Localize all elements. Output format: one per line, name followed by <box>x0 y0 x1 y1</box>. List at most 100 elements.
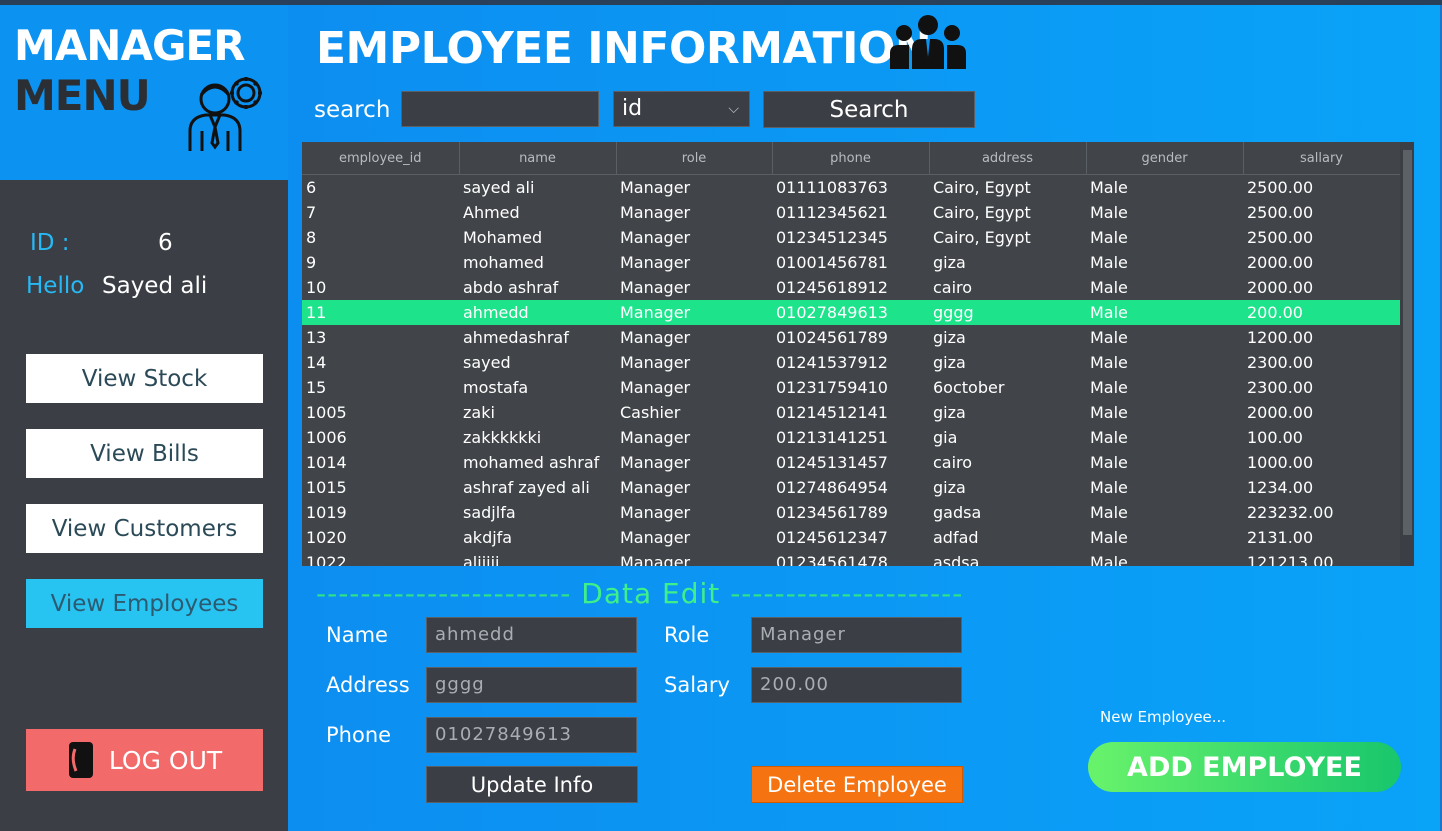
table-row[interactable]: 10 abdo ashraf Manager 01245618912 cairo Male… <box>302 275 1400 300</box>
logout-button[interactable]: LOG OUT <box>26 729 263 791</box>
table-row[interactable]: 15 mostafa Manager 01231759410 6october Male 2… <box>302 375 1400 400</box>
scrollbar-thumb[interactable] <box>1403 150 1412 535</box>
address-field[interactable]: gggg <box>426 667 637 703</box>
table-cell: Male <box>1090 328 1128 347</box>
table-cell: 01241537912 <box>776 353 888 372</box>
salary-label: Salary <box>664 673 730 697</box>
delete-employee-button[interactable]: Delete Employee <box>751 766 963 803</box>
table-row[interactable]: 9 mohamed Manager 01001456781 giza Male 2000.0… <box>302 250 1400 275</box>
dash-line-left: ----------------------- <box>316 577 572 610</box>
table-cell: mohamed ashraf <box>463 453 600 472</box>
table-cell: Male <box>1090 503 1128 522</box>
phone-field[interactable]: 01027849613 <box>426 717 637 753</box>
table-cell: Male <box>1090 553 1128 566</box>
table-cell: giza <box>933 328 966 347</box>
table-cell: Male <box>1090 228 1128 247</box>
table-row[interactable]: 14 sayed Manager 01241537912 giza Male 2300.00 <box>302 350 1400 375</box>
table-cell: 2500.00 <box>1247 178 1314 197</box>
table-cell: giza <box>933 353 966 372</box>
table-cell: 7 <box>306 203 317 222</box>
view-bills-button[interactable]: View Bills <box>26 429 263 478</box>
column-header[interactable]: employee_id <box>302 142 460 175</box>
table-cell: gia <box>933 428 958 447</box>
table-cell: 10 <box>306 278 327 297</box>
table-cell: 01214512141 <box>776 403 888 422</box>
column-header[interactable]: sallary <box>1243 142 1401 175</box>
main-panel: EMPLOYEE INFORMATION search id ⌵ Search … <box>288 5 1440 831</box>
search-input[interactable] <box>401 91 599 127</box>
table-cell: mostafa <box>463 378 529 397</box>
table-cell: Male <box>1090 253 1128 272</box>
table-cell: Manager <box>620 453 691 472</box>
employee-table[interactable]: employee_id name role phone address gend… <box>302 142 1414 566</box>
view-stock-button[interactable]: View Stock <box>26 354 263 403</box>
table-cell: Male <box>1090 278 1128 297</box>
table-cell: Manager <box>620 528 691 547</box>
table-row[interactable]: 1020 akdjfa Manager 01245612347 adfad Male 213… <box>302 525 1400 550</box>
table-cell: ashraf zayed ali <box>463 478 590 497</box>
table-row[interactable]: 8 Mohamed Manager 01234512345 Cairo, Egypt Ma… <box>302 225 1400 250</box>
column-header[interactable]: phone <box>772 142 930 175</box>
dash-line-right: --------------------- <box>730 577 964 610</box>
table-cell: 13 <box>306 328 327 347</box>
table-row[interactable]: 7 Ahmed Manager 01112345621 Cairo, Egypt Male… <box>302 200 1400 225</box>
table-cell: 1022 <box>306 553 347 566</box>
table-cell: 8 <box>306 228 317 247</box>
search-field-value: id <box>622 96 643 121</box>
table-cell: 1200.00 <box>1247 328 1314 347</box>
table-scrollbar[interactable] <box>1400 142 1414 566</box>
phone-icon <box>68 742 93 778</box>
add-employee-button[interactable]: ADD EMPLOYEE <box>1088 742 1401 792</box>
table-cell: 01234561478 <box>776 553 888 566</box>
table-cell: ahmedd <box>459 300 616 325</box>
column-header[interactable]: name <box>459 142 617 175</box>
salary-field[interactable]: 200.00 <box>751 667 962 703</box>
table-cell: gggg <box>929 300 1086 325</box>
address-label: Address <box>326 673 410 697</box>
table-row[interactable]: 13 ahmedashraf Manager 01024561789 giza Male 1… <box>302 325 1400 350</box>
table-cell: Male <box>1090 428 1128 447</box>
table-cell: 01245131457 <box>776 453 888 472</box>
table-row[interactable]: 1022 aliiiii Manager 01234561478 asdsa Male 12… <box>302 550 1400 566</box>
table-cell: Male <box>1090 478 1128 497</box>
table-cell: Manager <box>620 278 691 297</box>
table-cell: 2300.00 <box>1247 353 1314 372</box>
table-cell: Male <box>1090 453 1128 472</box>
name-field[interactable]: ahmedd <box>426 617 637 653</box>
table-cell: adfad <box>933 528 979 547</box>
role-field[interactable]: Manager <box>751 617 962 653</box>
search-button[interactable]: Search <box>763 91 975 128</box>
table-row[interactable]: 11 ahmedd Manager 01027849613 gggg Male 200.00 <box>302 300 1400 325</box>
update-info-button[interactable]: Update Info <box>426 766 638 803</box>
name-label: Name <box>326 623 388 647</box>
table-cell: 223232.00 <box>1247 503 1334 522</box>
logout-label: LOG OUT <box>108 745 223 775</box>
table-row[interactable]: 1015 ashraf zayed ali Manager 01274864954 gi… <box>302 475 1400 500</box>
hello-label: Hello <box>26 273 85 299</box>
table-row[interactable]: 1006 zakkkkkki Manager 01213141251 gia Male 10… <box>302 425 1400 450</box>
table-cell: giza <box>933 253 966 272</box>
table-cell: sayed ali <box>463 178 535 197</box>
table-cell: 121213.00 <box>1247 553 1334 566</box>
table-cell: Manager <box>620 553 691 566</box>
table-cell: mohamed <box>463 253 544 272</box>
column-header[interactable]: address <box>929 142 1087 175</box>
column-header[interactable]: role <box>616 142 773 175</box>
column-header[interactable]: gender <box>1086 142 1244 175</box>
view-customers-button[interactable]: View Customers <box>26 504 263 553</box>
view-employees-button[interactable]: View Employees <box>26 579 263 628</box>
sidebar: MANAGER MENU ID : 6 Hello Sayed ali View… <box>0 5 288 831</box>
table-cell: 2300.00 <box>1247 378 1314 397</box>
id-value: 6 <box>158 230 173 256</box>
table-cell: 01213141251 <box>776 428 888 447</box>
table-row[interactable]: 6 sayed ali Manager 01111083763 Cairo, Egypt… <box>302 175 1400 201</box>
table-cell: 15 <box>306 378 327 397</box>
table-cell: 1020 <box>306 528 347 547</box>
table-row[interactable]: 1019 sadjlfa Manager 01234561789 gadsa Male 22… <box>302 500 1400 525</box>
table-cell: 14 <box>306 353 327 372</box>
table-row[interactable]: 1005 zaki Cashier 01214512141 giza Male 2000.0… <box>302 400 1400 425</box>
table-row[interactable]: 1014 mohamed ashraf Manager 01245131457 cair… <box>302 450 1400 475</box>
table-cell: 2500.00 <box>1247 203 1314 222</box>
search-field-select[interactable]: id ⌵ <box>613 91 750 127</box>
table-cell: Manager <box>620 353 691 372</box>
